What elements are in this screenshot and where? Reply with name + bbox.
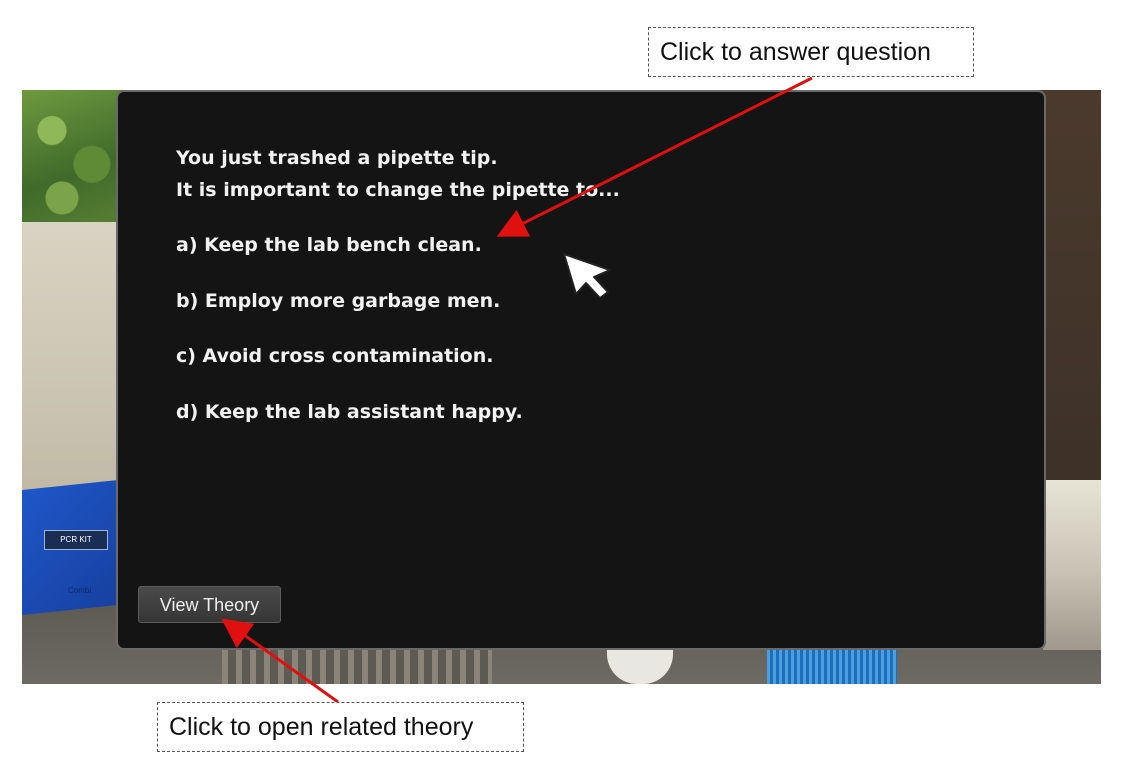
answer-hint-callout: Click to answer question: [648, 27, 974, 77]
question-line-1: You just trashed a pipette tip.: [176, 147, 498, 169]
answer-option-c[interactable]: c) Avoid cross contamination.: [176, 343, 493, 369]
lab-right-wall: [1041, 90, 1101, 490]
window-foliage: [22, 90, 122, 225]
question-line-2: It is important to change the pipette to…: [176, 179, 620, 201]
quiz-dialog: You just trashed a pipette tip. It is im…: [116, 90, 1046, 650]
game-viewport: PCR KIT Combi You just trashed a pipette…: [22, 90, 1101, 684]
pipette-tip-box: [767, 645, 897, 684]
answer-option-d[interactable]: d) Keep the lab assistant happy.: [176, 399, 523, 425]
pcr-kit-sublabel: Combi: [68, 586, 92, 595]
theory-hint-callout: Click to open related theory: [157, 702, 524, 752]
answer-option-a[interactable]: a) Keep the lab bench clean.: [176, 232, 482, 258]
answer-option-b[interactable]: b) Employ more garbage men.: [176, 288, 500, 314]
lab-printer: [1043, 480, 1101, 650]
tube-rack: [222, 645, 492, 684]
view-theory-button[interactable]: View Theory: [138, 586, 281, 623]
pcr-kit-label: PCR KIT: [44, 530, 108, 550]
mouse-pointer-icon: [563, 253, 611, 299]
question-text: You just trashed a pipette tip. It is im…: [176, 142, 976, 206]
